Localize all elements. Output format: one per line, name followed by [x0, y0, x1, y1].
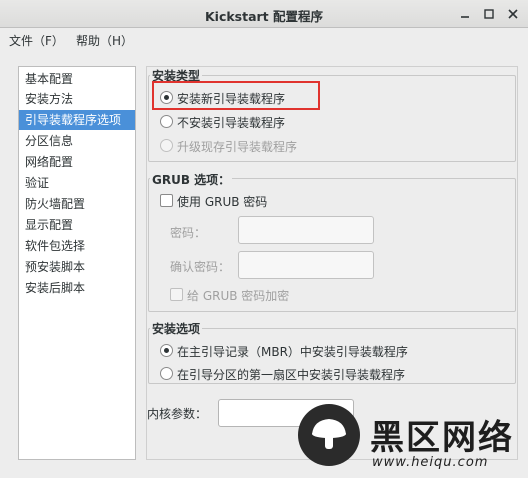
sidebar-item-partition[interactable]: 分区信息	[19, 131, 135, 151]
sidebar-item-network[interactable]: 网络配置	[19, 152, 135, 172]
sidebar-item-firewall[interactable]: 防火墙配置	[19, 194, 135, 214]
title-bar: Kickstart 配置程序	[0, 0, 528, 28]
kernel-params-label: 内核参数：	[147, 407, 208, 421]
no-install-label[interactable]: 不安装引导装载程序	[177, 114, 285, 131]
sidebar-item-bootloader[interactable]: 引导装载程序选项	[19, 110, 135, 130]
sidebar-item-install-method[interactable]: 安装方法	[19, 89, 135, 109]
watermark-logo-icon	[298, 404, 360, 466]
use-grub-password-label[interactable]: 使用 GRUB 密码	[177, 193, 267, 210]
menu-help[interactable]: 帮助（H）	[76, 32, 133, 49]
sidebar-item-pre-script[interactable]: 预安装脚本	[19, 257, 135, 277]
install-first-sector-radio[interactable]	[160, 367, 173, 380]
menu-bar: 文件（F） 帮助（H）	[0, 28, 528, 52]
confirm-password-field	[238, 251, 374, 279]
upgrade-radio	[160, 139, 173, 152]
sidebar-item-basic[interactable]: 基本配置	[19, 69, 135, 89]
install-options-legend: 安装选项	[150, 320, 203, 337]
no-install-radio[interactable]	[160, 115, 173, 128]
encrypt-password-label: 给 GRUB 密码加密	[187, 289, 290, 303]
menu-file[interactable]: 文件（F）	[9, 32, 64, 49]
install-mbr-radio[interactable]	[160, 344, 173, 357]
use-grub-password-checkbox[interactable]	[160, 194, 173, 207]
minimize-icon[interactable]	[459, 8, 471, 20]
password-label: 密码：	[170, 226, 207, 240]
watermark-url: www.heiqu.com	[372, 455, 489, 470]
sidebar-item-display[interactable]: 显示配置	[19, 215, 135, 235]
highlight-annotation	[152, 81, 320, 110]
sidebar-item-auth[interactable]: 验证	[19, 173, 135, 193]
upgrade-label: 升级现存引导装载程序	[177, 140, 298, 154]
category-list: 基本配置 安装方法 引导装载程序选项 分区信息 网络配置 验证 防火墙配置 显示…	[18, 66, 136, 460]
install-mbr-label[interactable]: 在主引导记录（MBR）中安装引导装载程序	[177, 343, 408, 360]
password-field	[238, 216, 374, 244]
encrypt-password-checkbox	[170, 288, 183, 301]
sidebar-item-post-script[interactable]: 安装后脚本	[19, 278, 135, 298]
window-title: Kickstart 配置程序	[204, 9, 324, 24]
watermark-title: 黑区网络	[370, 418, 514, 458]
maximize-icon[interactable]	[483, 8, 495, 20]
sidebar-item-packages[interactable]: 软件包选择	[19, 236, 135, 256]
confirm-password-label: 确认密码：	[170, 260, 231, 274]
install-first-sector-label[interactable]: 在引导分区的第一扇区中安装引导装载程序	[177, 366, 405, 383]
close-icon[interactable]	[507, 8, 519, 20]
grub-options-legend: GRUB 选项：	[150, 171, 233, 188]
